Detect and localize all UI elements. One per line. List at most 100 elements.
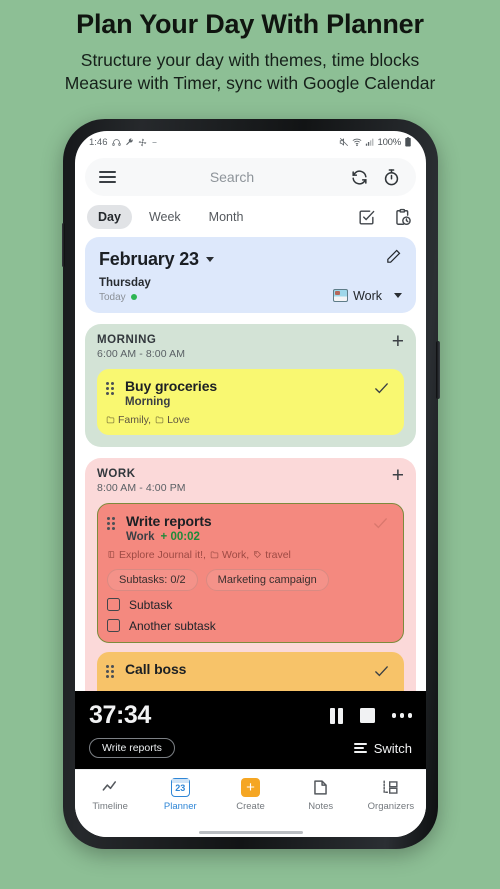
- subtask-label: Subtask: [129, 597, 173, 612]
- timeline-icon: [101, 776, 120, 798]
- signal-icon: [365, 137, 375, 147]
- drag-handle-icon[interactable]: [106, 664, 117, 679]
- task-tag-label: Family,: [118, 413, 152, 426]
- today-dot-icon: [130, 294, 137, 301]
- timer-bar[interactable]: 37:34 Write reports Switch: [75, 691, 426, 769]
- task-tag-label: Explore Journal it!,: [119, 548, 206, 561]
- date-card[interactable]: February 23 Thursday Today Work: [85, 237, 416, 313]
- timer-controls: [330, 707, 412, 724]
- task-row: Call boss: [106, 661, 393, 685]
- battery-icon: [404, 137, 412, 147]
- task-tag-label: Love: [167, 413, 190, 426]
- list-icon: [353, 742, 367, 754]
- subtask-checkbox[interactable]: [107, 598, 120, 612]
- nav-item-create[interactable]: + Create: [215, 776, 285, 812]
- promo-header: Plan Your Day With Planner Structure you…: [0, 0, 500, 96]
- add-task-button[interactable]: +: [392, 331, 404, 352]
- today-label: Today: [99, 291, 126, 303]
- switch-button[interactable]: Switch: [353, 741, 412, 756]
- task-subtitle: Work + 00:02: [126, 531, 366, 543]
- calendar-23-icon: 23: [170, 776, 190, 798]
- task-tag: Love: [155, 414, 190, 426]
- promo-title: Plan Your Day With Planner: [76, 9, 424, 39]
- sync-icon[interactable]: [348, 166, 370, 188]
- add-task-button[interactable]: +: [392, 465, 404, 486]
- block-title-group: MORNING 6:00 AM - 8:00 AM: [97, 334, 185, 360]
- calendar-badge: 23: [170, 777, 190, 797]
- subtask-label: Another subtask: [129, 618, 216, 633]
- nav-item-planner[interactable]: 23 Planner: [145, 776, 215, 812]
- folder-icon: [155, 416, 164, 424]
- timer-bar-top: 37:34: [89, 701, 412, 730]
- task-title: Call boss: [125, 660, 187, 677]
- project-chip[interactable]: Marketing campaign: [205, 568, 329, 591]
- timer-bar-bottom: Write reports Switch: [89, 738, 412, 758]
- status-bar-clock: 1:46: [89, 136, 108, 148]
- stop-icon[interactable]: [359, 708, 375, 723]
- drag-handle-icon[interactable]: [107, 516, 118, 531]
- task-chips: Subtasks: 0/2 Marketing campaign: [107, 568, 392, 591]
- subtask-checkbox[interactable]: [107, 619, 120, 633]
- promo-subtitle: Structure your day with themes, time blo…: [0, 49, 500, 95]
- pencil-icon[interactable]: [385, 248, 402, 270]
- planner-content[interactable]: February 23 Thursday Today Work MORNING …: [75, 229, 426, 769]
- task-main: Call boss: [125, 661, 367, 677]
- task-complete-icon[interactable]: [373, 380, 393, 402]
- task-complete-icon[interactable]: [372, 515, 392, 537]
- task-title: Buy groceries: [125, 377, 218, 394]
- status-bar: 1:46 100%: [75, 131, 426, 153]
- power-button[interactable]: [436, 341, 440, 399]
- subtask-item[interactable]: Subtask: [107, 598, 392, 612]
- tab-week[interactable]: Week: [138, 205, 192, 229]
- volume-button[interactable]: [62, 223, 65, 267]
- date-card-labels: Thursday Today: [99, 275, 151, 303]
- status-bar-right: 100%: [339, 137, 413, 148]
- task-complete-icon[interactable]: [373, 663, 393, 685]
- mute-icon: [339, 137, 349, 147]
- pause-icon[interactable]: [330, 707, 343, 724]
- theme-selector[interactable]: Work: [333, 289, 402, 303]
- task-card[interactable]: Buy groceries Morning Family, Love: [97, 368, 404, 435]
- tab-day[interactable]: Day: [87, 205, 132, 229]
- note-icon: [311, 776, 330, 798]
- theme-chevron-down-icon[interactable]: [394, 293, 402, 299]
- nav-item-organizers[interactable]: Organizers: [356, 776, 426, 812]
- subtask-item[interactable]: Another subtask: [107, 619, 392, 633]
- block-header: MORNING 6:00 AM - 8:00 AM +: [97, 331, 404, 360]
- clipboard-clock-icon[interactable]: [390, 205, 414, 229]
- fan-icon: [138, 138, 147, 147]
- search-bar[interactable]: Search: [85, 158, 416, 196]
- promo-subtitle-line-1: Structure your day with themes, time blo…: [80, 50, 420, 71]
- task-tag: travel: [253, 549, 291, 561]
- task-subtitle-label: Work: [126, 530, 155, 543]
- drag-handle-icon[interactable]: [106, 381, 117, 396]
- more-icon[interactable]: [391, 713, 412, 718]
- promo-subtitle-line-2: Measure with Timer, sync with Google Cal…: [64, 73, 436, 94]
- task-card[interactable]: Write reports Work + 00:02 Explore Journ…: [97, 502, 404, 643]
- task-tag-label: travel: [265, 548, 291, 561]
- task-main: Write reports Work + 00:02: [126, 513, 366, 543]
- nav-item-notes[interactable]: Notes: [286, 776, 356, 812]
- block-morning[interactable]: MORNING 6:00 AM - 8:00 AM + Buy grocerie…: [85, 323, 416, 447]
- tab-month[interactable]: Month: [198, 205, 255, 229]
- chevron-down-icon[interactable]: [205, 256, 214, 262]
- date-card-top: February 23: [99, 248, 402, 270]
- theme-label: Work: [353, 288, 382, 303]
- timer-task-chip[interactable]: Write reports: [89, 738, 175, 758]
- timer-elapsed: 37:34: [89, 701, 151, 729]
- stopwatch-icon[interactable]: [380, 166, 402, 188]
- search-input[interactable]: Search: [126, 169, 338, 185]
- calendar-day-number: 23: [175, 783, 186, 793]
- page-title[interactable]: February 23: [99, 249, 199, 270]
- task-timer-value: + 00:02: [160, 530, 200, 543]
- phone-mockup: 1:46 100% Search Day Week Month February…: [62, 119, 440, 849]
- folders-icon: [381, 776, 400, 798]
- date-card-bottom: Thursday Today Work: [99, 275, 402, 303]
- plus-square-icon: +: [241, 776, 260, 798]
- subtasks-count-chip[interactable]: Subtasks: 0/2: [107, 568, 198, 591]
- task-title: Write reports: [126, 512, 212, 529]
- nav-item-timeline[interactable]: Timeline: [75, 776, 145, 812]
- book-icon: [108, 551, 115, 559]
- hamburger-icon[interactable]: [99, 171, 116, 183]
- checkbox-checked-icon[interactable]: [354, 205, 378, 229]
